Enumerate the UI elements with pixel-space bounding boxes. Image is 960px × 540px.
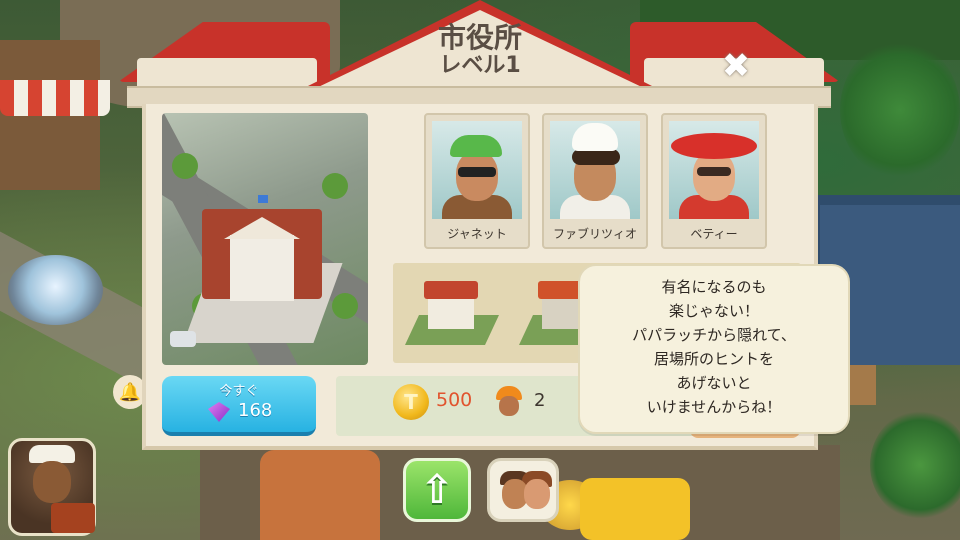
tree (172, 153, 198, 179)
house-preview (405, 273, 499, 351)
cap-icon (450, 135, 502, 157)
speech-line: いけませんからね！ (646, 398, 782, 416)
character-card-janet[interactable]: ジャネット (424, 113, 530, 249)
town-hall-facade (230, 235, 294, 301)
statue-base (260, 450, 380, 540)
character-portrait (432, 121, 522, 219)
tree (332, 293, 358, 319)
house-roof (424, 281, 478, 299)
coin-cost: 500 (436, 389, 473, 411)
character-card-betty[interactable]: ベティー (661, 113, 767, 249)
book-icon (51, 503, 95, 533)
speech-bubble: 有名になるのも 楽じゃない！ パパラッチから隠れて、 居場所のヒントを あげない… (578, 264, 850, 434)
character-portrait (550, 121, 640, 219)
market-awning (0, 80, 110, 116)
upgrade-button[interactable]: ⇧ (403, 458, 471, 522)
character-card-fabrizio[interactable]: ファブリツィオ (542, 113, 648, 249)
worker-icon (494, 386, 524, 418)
palm-tree (840, 40, 960, 180)
tree (322, 173, 348, 199)
palm-tree (870, 410, 960, 520)
character-face (524, 479, 550, 509)
captain-avatar[interactable] (8, 438, 96, 536)
car (170, 331, 196, 347)
buy-now-label: 今すぐ (219, 384, 259, 399)
character-portrait (669, 121, 759, 219)
buy-now-button[interactable]: 今すぐ 168 (162, 376, 316, 436)
sun-hat-icon (671, 133, 757, 159)
speech-line: あげないと (676, 374, 752, 392)
close-icon: ✖ (721, 46, 751, 86)
sunglasses-icon (697, 167, 731, 176)
blue-house-door (848, 365, 876, 405)
speech-line: 居場所のヒントを (653, 350, 774, 368)
speech-line: 楽じゃない！ (668, 302, 759, 320)
speech-line: 有名になるのも (661, 278, 767, 296)
flag-icon (258, 195, 268, 203)
sunglasses-icon (458, 167, 496, 177)
character-name: ジャネット (447, 227, 507, 241)
fountain (8, 255, 103, 325)
characters-button[interactable] (487, 458, 559, 522)
close-button[interactable]: ✖ (716, 48, 756, 84)
upgrade-arrow-icon: ⇧ (420, 467, 454, 513)
speech-line: パパラッチから隠れて、 (632, 326, 796, 344)
taxi (580, 478, 690, 540)
character-hair (572, 149, 620, 165)
captain-face (33, 461, 71, 503)
gem-cost: 168 (238, 400, 273, 421)
character-name: ファブリツィオ (552, 227, 637, 241)
worker-count: 2 (534, 390, 546, 411)
worker-face (499, 396, 519, 416)
building-preview-image (162, 113, 368, 365)
character-name: ベティー (690, 227, 738, 241)
building-name: 市役所 (437, 21, 522, 54)
house-walls (428, 295, 474, 329)
coin-icon: T (393, 384, 429, 420)
dialog-title: 市役所 レベル1 (380, 22, 580, 78)
building-level: レベル1 (439, 53, 521, 78)
gem-icon (208, 402, 230, 422)
chef-hat-icon (572, 123, 618, 151)
